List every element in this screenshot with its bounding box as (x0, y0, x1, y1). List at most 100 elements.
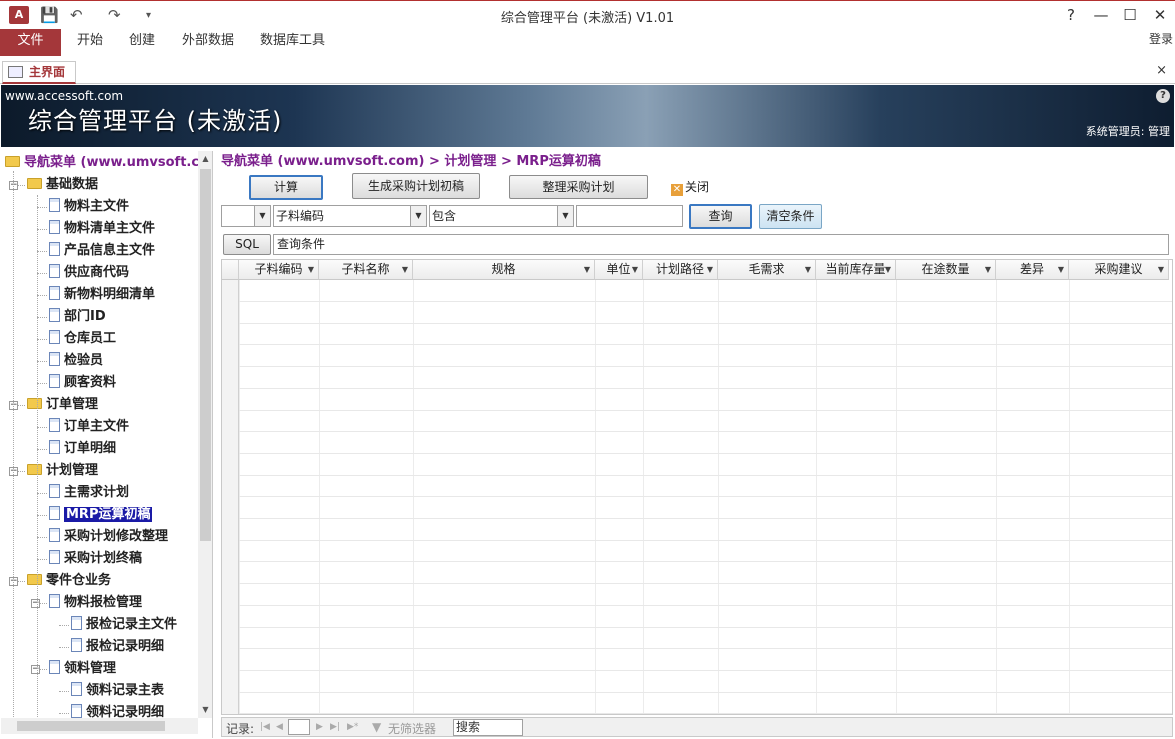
chevron-down-icon[interactable]: ▼ (410, 206, 426, 226)
field-select[interactable]: 子料编码 ▼ (273, 205, 427, 227)
nav-item[interactable]: 部门ID (49, 307, 106, 327)
no-filter-label[interactable]: 无筛选器 (388, 720, 436, 737)
table-row[interactable] (239, 431, 1172, 433)
nav-item[interactable]: 报检记录明细 (71, 637, 164, 657)
column-filter-icon[interactable]: ▼ (805, 260, 811, 279)
filter-icon[interactable]: ▼ (372, 720, 381, 734)
first-record-icon[interactable]: |◀ (260, 722, 270, 732)
select-all-header[interactable] (222, 260, 239, 280)
nav-item[interactable]: 领料记录主表 (71, 681, 164, 701)
column-filter-icon[interactable]: ▼ (1058, 260, 1064, 279)
nav-item[interactable]: 物料报检管理 (49, 593, 142, 613)
table-row[interactable] (239, 322, 1172, 324)
column-header[interactable]: 采购建议 ▼ (1069, 260, 1169, 280)
chevron-down-icon[interactable]: ▼ (254, 206, 270, 226)
next-record-icon[interactable]: ▶ (316, 722, 323, 732)
table-row[interactable] (239, 583, 1172, 585)
logic-select[interactable]: ▼ (221, 205, 271, 227)
nav-item[interactable]: 报检记录主文件 (71, 615, 177, 635)
table-row[interactable] (239, 669, 1172, 671)
column-header[interactable]: 单位 ▼ (595, 260, 643, 280)
filter-value-input[interactable] (576, 205, 683, 227)
table-row[interactable] (239, 626, 1172, 628)
minimize-button[interactable]: — (1086, 4, 1116, 26)
new-record-icon[interactable]: ▶* (347, 722, 358, 732)
nav-scroll-thumb[interactable] (200, 169, 211, 541)
search-input[interactable]: 搜索 (453, 719, 523, 736)
column-filter-icon[interactable]: ▼ (402, 260, 408, 279)
nav-item[interactable]: 订单明细 (49, 439, 116, 459)
table-row[interactable] (239, 713, 1172, 714)
column-header[interactable]: 子料名称 ▼ (319, 260, 413, 280)
table-row[interactable] (239, 691, 1172, 693)
column-header[interactable]: 毛需求 ▼ (718, 260, 816, 280)
sql-button[interactable]: SQL (223, 234, 271, 255)
nav-horizontal-scrollbar[interactable] (1, 718, 198, 734)
table-row[interactable] (239, 301, 1172, 302)
help-icon[interactable]: ? (1156, 89, 1170, 103)
table-row[interactable] (239, 409, 1172, 411)
column-header[interactable]: 在途数量 ▼ (896, 260, 996, 280)
tab-main-form[interactable]: 主界面 (2, 61, 76, 84)
tab-file[interactable]: 文件 (0, 29, 61, 56)
table-row[interactable] (239, 474, 1172, 476)
nav-item[interactable]: 订单主文件 (49, 417, 129, 437)
nav-item[interactable]: 零件仓业务 (27, 571, 111, 591)
nav-item[interactable]: 产品信息主文件 (49, 241, 155, 261)
nav-item[interactable]: 领料管理 (49, 659, 116, 679)
nav-hscroll-thumb[interactable] (17, 721, 165, 731)
nav-item[interactable]: 采购计划修改整理 (49, 527, 168, 547)
tab-external-data[interactable]: 外部数据 (168, 29, 248, 56)
column-header[interactable]: 差异 ▼ (996, 260, 1069, 280)
nav-item[interactable]: 供应商代码 (49, 263, 129, 283)
calculate-button[interactable]: 计算 (249, 175, 323, 200)
table-row[interactable] (239, 496, 1172, 498)
query-button[interactable]: 查询 (689, 204, 752, 229)
table-row[interactable] (239, 344, 1172, 346)
column-filter-icon[interactable]: ▼ (985, 260, 991, 279)
current-record-input[interactable] (288, 719, 310, 735)
tab-create[interactable]: 创建 (115, 29, 169, 56)
tab-home[interactable]: 开始 (63, 29, 117, 56)
chevron-down-icon[interactable]: ▼ (557, 206, 573, 226)
table-row[interactable] (239, 518, 1172, 519)
nav-item[interactable]: 新物料明细清单 (49, 285, 155, 305)
nav-item[interactable]: MRP运算初稿 (49, 505, 154, 525)
scroll-up-icon[interactable]: ▲ (198, 151, 212, 167)
table-row[interactable] (239, 648, 1172, 650)
column-header[interactable]: 计划路径 ▼ (643, 260, 718, 280)
nav-vertical-scrollbar[interactable]: ▲ ▼ (198, 151, 212, 718)
nav-item[interactable]: 基础数据 (27, 175, 98, 195)
table-row[interactable] (239, 539, 1172, 541)
organize-plan-button[interactable]: 整理采购计划 (509, 175, 648, 199)
last-record-icon[interactable]: ▶| (330, 722, 340, 732)
close-form-button[interactable]: ✕ 关闭 (671, 178, 709, 196)
maximize-button[interactable]: ☐ (1115, 4, 1145, 26)
previous-record-icon[interactable]: ◀ (276, 722, 283, 732)
table-row[interactable] (239, 387, 1172, 389)
nav-item[interactable]: 领料记录明细 (71, 703, 164, 718)
column-header[interactable]: 规格 ▼ (413, 260, 595, 280)
operator-select[interactable]: 包含 ▼ (429, 205, 574, 227)
nav-item[interactable]: 检验员 (49, 351, 103, 371)
table-row[interactable] (239, 561, 1172, 563)
clear-conditions-button[interactable]: 清空条件 (759, 204, 822, 229)
tab-database-tools[interactable]: 数据库工具 (246, 29, 339, 56)
column-header[interactable]: 子料编码 ▼ (239, 260, 319, 280)
login-link[interactable]: 登录 (1149, 30, 1173, 47)
table-row[interactable] (239, 604, 1172, 606)
collapse-icon[interactable]: − (31, 665, 40, 674)
column-header[interactable]: 当前库存量 ▼ (816, 260, 896, 280)
help-button[interactable]: ? (1056, 4, 1086, 26)
column-filter-icon[interactable]: ▼ (707, 260, 713, 279)
column-filter-icon[interactable]: ▼ (885, 260, 891, 279)
nav-item[interactable]: 仓库员工 (49, 329, 116, 349)
column-filter-icon[interactable]: ▼ (584, 260, 590, 279)
table-row[interactable] (239, 366, 1172, 368)
column-filter-icon[interactable]: ▼ (632, 260, 638, 279)
nav-item[interactable]: 顾客资料 (49, 373, 116, 393)
close-window-button[interactable]: ✕ (1145, 4, 1175, 26)
column-filter-icon[interactable]: ▼ (1158, 260, 1164, 279)
nav-item[interactable]: 主需求计划 (49, 483, 129, 503)
column-filter-icon[interactable]: ▼ (308, 260, 314, 279)
